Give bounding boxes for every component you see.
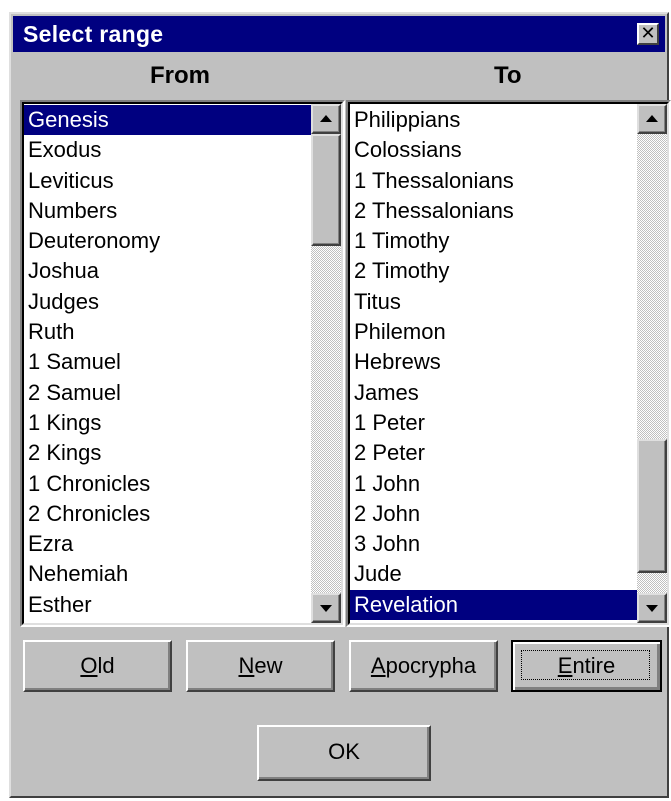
to-list-item[interactable]: Colossians <box>350 135 637 165</box>
old-label: ld <box>97 653 115 678</box>
to-list-item[interactable]: 2 John <box>350 499 637 529</box>
apocrypha-accel: A <box>370 653 386 678</box>
from-list-item[interactable]: Ruth <box>24 317 311 347</box>
to-list-item[interactable]: Revelation <box>350 589 637 621</box>
up-arrow-icon <box>646 115 658 122</box>
from-list-item[interactable]: Numbers <box>24 196 311 226</box>
to-scrollbar[interactable] <box>637 104 667 623</box>
apocrypha-label: pocrypha <box>385 653 477 678</box>
ok-button[interactable]: OK <box>257 725 431 781</box>
to-list-item[interactable]: 1 John <box>350 469 637 499</box>
title-bar: Select range ✕ <box>13 16 665 52</box>
ok-label: OK <box>328 739 360 764</box>
new-label: ew <box>254 653 283 678</box>
to-list-item[interactable]: Titus <box>350 287 637 317</box>
from-list-item[interactable]: 2 Chronicles <box>24 499 311 529</box>
from-list-item[interactable]: Exodus <box>24 135 311 165</box>
to-list-item[interactable]: Philippians <box>350 105 637 135</box>
close-icon: ✕ <box>640 23 656 43</box>
from-scrollbar[interactable] <box>311 104 341 623</box>
to-scroll-down-button[interactable] <box>637 593 667 623</box>
entire-button[interactable]: Entire <box>511 640 662 692</box>
to-list-item[interactable]: 1 Peter <box>350 408 637 438</box>
close-button[interactable]: ✕ <box>637 23 659 45</box>
from-label: From <box>150 62 210 89</box>
to-list-item[interactable]: James <box>350 378 637 408</box>
from-list-item[interactable]: Ezra <box>24 529 311 559</box>
up-arrow-icon <box>320 115 332 122</box>
to-list-items: Philippians Colossians 1 Thessalonians 2 Th… <box>350 105 637 623</box>
new-accel: N <box>238 653 255 678</box>
select-range-dialog: Select range ✕ From To Genesis Exodus Levi… <box>9 12 671 798</box>
to-list-item[interactable]: 2 Timothy <box>350 256 637 286</box>
to-list-item[interactable]: Hebrews <box>350 347 637 377</box>
down-arrow-icon <box>320 605 332 612</box>
from-scroll-up-button[interactable] <box>311 104 341 134</box>
from-list-item[interactable]: Joshua <box>24 256 311 286</box>
to-list-item[interactable]: 2 Thessalonians <box>350 196 637 226</box>
to-list-item[interactable]: Philemon <box>350 317 637 347</box>
from-list-item[interactable]: Deuteronomy <box>24 226 311 256</box>
from-list-item[interactable]: 2 Samuel <box>24 378 311 408</box>
from-list-item[interactable]: 2 Kings <box>24 438 311 468</box>
to-list-item[interactable]: 2 Peter <box>350 438 637 468</box>
from-list-item[interactable]: 1 Chronicles <box>24 469 311 499</box>
from-scroll-thumb[interactable] <box>311 134 341 246</box>
from-scroll-down-button[interactable] <box>311 593 341 623</box>
to-label: To <box>494 62 522 89</box>
to-scroll-up-button[interactable] <box>637 104 667 134</box>
to-list-item[interactable]: Jude <box>350 559 637 589</box>
from-list-item[interactable]: Esther <box>24 590 311 620</box>
to-list-item[interactable]: 3 John <box>350 529 637 559</box>
new-testament-button[interactable]: New <box>186 640 335 692</box>
old-accel: O <box>80 653 98 678</box>
from-listbox[interactable]: Genesis Exodus Leviticus Numbers Deuteronomy… <box>20 100 345 627</box>
to-scroll-thumb[interactable] <box>637 439 667 573</box>
to-listbox[interactable]: Philippians Colossians 1 Thessalonians 2 Th… <box>346 100 671 627</box>
from-list-item[interactable]: 1 Kings <box>24 408 311 438</box>
dialog-title: Select range <box>23 21 164 47</box>
focus-ring <box>521 650 650 680</box>
from-list-item[interactable]: Genesis <box>24 105 311 136</box>
to-list-item[interactable]: 1 Thessalonians <box>350 166 637 196</box>
from-list-item[interactable]: Nehemiah <box>24 559 311 589</box>
from-list-items: Genesis Exodus Leviticus Numbers Deuteronomy… <box>24 105 311 623</box>
from-list-item[interactable]: Leviticus <box>24 166 311 196</box>
down-arrow-icon <box>646 605 658 612</box>
to-list-item[interactable]: 1 Timothy <box>350 226 637 256</box>
old-testament-button[interactable]: Old <box>23 640 172 692</box>
from-list-item[interactable]: 1 Samuel <box>24 347 311 377</box>
from-list-item[interactable]: Judges <box>24 287 311 317</box>
apocrypha-button[interactable]: Apocrypha <box>349 640 498 692</box>
